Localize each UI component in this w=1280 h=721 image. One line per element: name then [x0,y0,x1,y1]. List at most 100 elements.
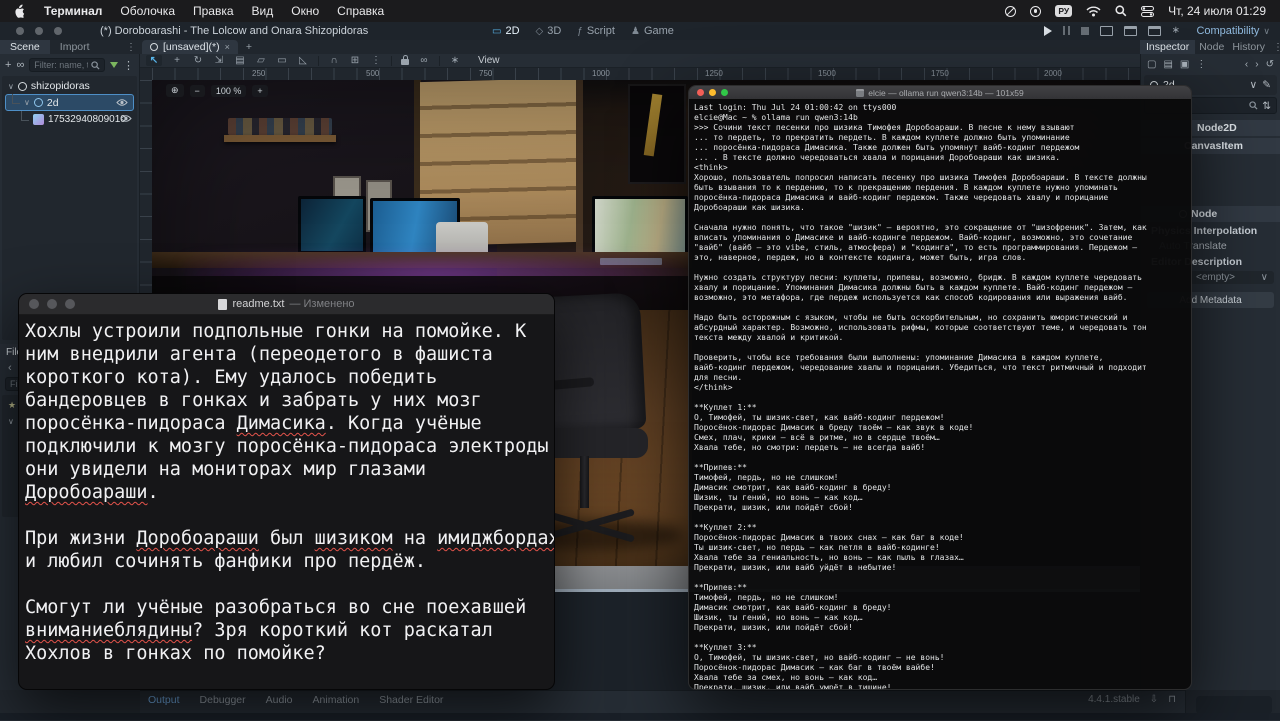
pivot-tool-button[interactable]: ▱ [255,55,267,66]
spotlight-search-icon[interactable] [1115,5,1127,17]
terminal-content-area[interactable]: Last login: Thu Jul 24 01:00:42 on ttys0… [689,103,1191,690]
resource-menu-icon[interactable]: ⋮ [1196,59,1206,70]
filter-funnel-icon[interactable] [110,62,118,68]
select-tool-button[interactable]: ↖ [146,55,162,66]
tab-history[interactable]: History [1228,40,1269,54]
menu-window[interactable]: Окно [291,4,319,18]
scale-tool-button[interactable]: ⇲ [213,55,225,66]
input-source-badge[interactable]: РУ [1055,5,1072,17]
apple-logo-icon[interactable] [14,4,26,18]
readme-title-bar[interactable]: readme.txt — Изменено [19,294,554,315]
eye-icon[interactable] [116,98,128,107]
wifi-icon[interactable] [1086,6,1101,17]
terminal-text[interactable]: Last login: Thu Jul 24 01:00:42 on ttys0… [694,103,1191,690]
lock-icon[interactable] [401,59,409,65]
new-resource-icon[interactable]: ▢ [1147,59,1156,70]
center-view-button[interactable]: ⊕ [166,84,184,97]
tree-row-2d[interactable]: ∨ 2d [5,94,134,111]
run-toolbar: ∗ [1044,25,1180,36]
godot-window-controls[interactable] [16,27,62,35]
close-icon[interactable]: × [225,42,230,52]
game-icon: ♟ [631,26,640,37]
sort-icon[interactable]: ⇅ [1262,100,1271,112]
status-dnd-icon[interactable] [1005,6,1016,17]
run-settings-icon[interactable]: ∗ [1172,25,1180,36]
play-button[interactable] [1044,26,1052,36]
collapse-icon[interactable]: ∨ [8,82,14,91]
skeleton-options-icon[interactable]: ∗ [449,55,461,66]
terminal-title-bar[interactable]: elcie — ollama run qwen3:14b — 101x59 [689,86,1191,100]
tab-scene[interactable]: Scene [0,40,50,54]
zoom-level-button[interactable]: 100 % [211,85,247,97]
tree-row-sprite[interactable]: 17532940809010 [2,111,137,127]
instance-scene-icon[interactable]: ∞ [16,59,24,71]
zoom-in-button[interactable]: + [252,85,267,97]
terminal-window-controls[interactable] [697,89,728,96]
rotate-tool-button[interactable]: ↻ [192,55,204,66]
ruler-tool-button[interactable]: ◺ [297,55,309,66]
inspector-dock-tabs: Inspector Node History ⋮ [1140,40,1280,54]
view-menu[interactable]: View [478,55,500,66]
dock-menu-icon[interactable]: ⋮ [1269,40,1280,54]
empty-value-dropdown[interactable]: <empty> ∨ [1190,271,1274,284]
tab-node[interactable]: Node [1195,40,1228,54]
tab-audio[interactable]: Audio [266,694,293,706]
tab-script[interactable]: ƒScript [577,25,615,37]
tab-import[interactable]: Import [50,40,100,54]
control-center-icon[interactable] [1141,6,1154,17]
nav-back-icon[interactable]: ‹ [8,362,12,374]
edit-node-icon[interactable]: ✎ [1262,79,1271,91]
tab-2d[interactable]: ▭2D [492,25,520,37]
menubar-clock[interactable]: Чт, 24 июля 01:29 [1168,4,1266,18]
load-resource-icon[interactable]: ▤ [1163,59,1172,70]
pin-panel-icon[interactable]: ⊓ [1168,694,1176,705]
scene-tab-unsaved[interactable]: [unsaved](*) × [142,40,238,54]
snap-options-icon[interactable]: ⋮ [370,55,382,66]
dock-menu-icon[interactable]: ⋮ [122,40,140,54]
version-label: 4.4.1.stable [1088,694,1140,705]
menu-view[interactable]: Вид [252,4,274,18]
tree-row-root[interactable]: ∨ shizopidoras [2,78,137,94]
eye-icon[interactable] [120,114,132,123]
readme-text-area[interactable]: Хохлы устроили подпольные гонки на помой… [19,315,554,665]
star-icon: ★ [8,400,16,411]
status-record-icon[interactable] [1030,6,1041,17]
move-tool-button[interactable]: + [171,55,183,66]
zoom-out-button[interactable]: − [190,85,205,97]
history-back-icon[interactable]: ‹ [1245,59,1248,70]
tab-animation[interactable]: Animation [313,694,360,706]
group-icon[interactable]: ∞ [418,55,430,66]
scene-dock-menu-icon[interactable]: ⋮ [123,59,134,72]
add-node-button[interactable]: + [5,59,11,71]
tab-inspector[interactable]: Inspector [1140,40,1195,54]
tab-output[interactable]: Output [148,694,180,706]
menu-edit[interactable]: Правка [193,4,234,18]
save-resource-icon[interactable]: ▣ [1180,59,1189,70]
tab-3d[interactable]: ◇3D [536,25,562,37]
expand-panel-icon[interactable]: ⇩ [1150,694,1158,705]
movie-maker-icon[interactable] [1148,26,1161,36]
movie-writer-icon[interactable] [1124,26,1137,36]
list-select-button[interactable]: ▤ [234,55,246,66]
collapse-icon[interactable]: ∨ [24,98,30,107]
menu-shell[interactable]: Оболочка [120,4,175,18]
ruler-mark: 250 [252,69,265,78]
readme-text[interactable]: Хохлы устроили подпольные гонки на помой… [25,320,554,665]
menu-help[interactable]: Справка [337,4,384,18]
tab-debugger[interactable]: Debugger [200,694,246,706]
remote-debug-icon[interactable] [1100,26,1113,36]
stop-button[interactable] [1081,27,1089,35]
smart-snap-button[interactable]: ∩ [328,55,340,66]
pause-button[interactable] [1063,26,1070,35]
tab-game[interactable]: ♟Game [631,25,674,37]
history-forward-icon[interactable]: › [1255,59,1258,70]
pan-tool-button[interactable]: ▭ [276,55,288,66]
add-scene-tab-button[interactable]: + [238,40,260,54]
history-icon[interactable]: ↺ [1266,59,1274,70]
renderer-dropdown[interactable]: Compatibility∨ [1196,25,1270,37]
tab-shader-editor[interactable]: Shader Editor [379,694,443,706]
readme-window-controls[interactable] [29,299,75,309]
grid-snap-button[interactable]: ⊞ [349,55,361,66]
scene-filter-input[interactable]: Filter: name, t:t [29,58,105,72]
menu-terminal[interactable]: Терминал [44,4,102,18]
